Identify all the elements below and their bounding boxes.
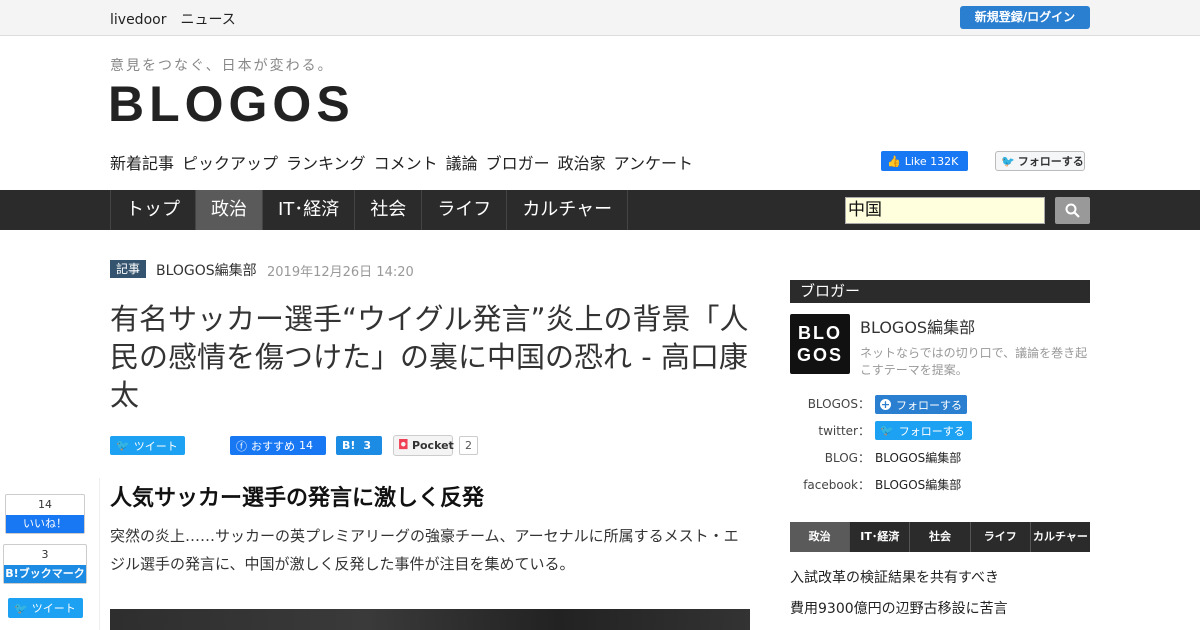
blogos-follow-label: フォローする <box>896 398 962 412</box>
pocket-count: 2 <box>459 436 478 455</box>
floating-facebook-label: いいね！ <box>6 515 84 533</box>
thumbs-up-icon: 👍 <box>887 154 901 168</box>
pocket-button[interactable]: ◘ Pocket <box>393 435 454 456</box>
blogos-follow-button[interactable]: + フォローする <box>875 395 967 414</box>
twitter-bird-icon: 🐦 <box>116 439 130 452</box>
blogos-logo[interactable]: BLOGOS <box>108 76 355 132</box>
search-icon <box>1065 203 1080 218</box>
top-bar: livedoor ニュース 新規登録/ログイン <box>0 0 1200 36</box>
nav-culture[interactable]: カルチャー <box>507 190 629 230</box>
floating-hatena-count: 3 <box>41 548 49 561</box>
search-input[interactable]: 中国 <box>845 197 1045 224</box>
sidebar-tab-it-economy[interactable]: IT･経済 <box>850 522 911 552</box>
site-tagline: 意見をつなぐ、日本が変わる。 <box>110 58 334 74</box>
nav-society[interactable]: 社会 <box>355 190 423 230</box>
sidebar-tab-life[interactable]: ライフ <box>971 522 1031 552</box>
twitter-follow-sidebar-label: フォローする <box>898 424 965 438</box>
hatena-count: 3 <box>363 439 372 452</box>
facebook-icon: ⓕ <box>236 439 247 453</box>
article-title: 有名サッカー選手“ウイグル発言”炎上の背景「人民の感情を傷つけた」の裏に中国の恐… <box>110 302 749 412</box>
sidebar-blogger-heading: ブロガー <box>790 280 1090 303</box>
facebook-recommend-label: おすすめ <box>251 439 295 453</box>
sidebar-article-link[interactable]: 費用9300億円の辺野古移設に苦言 <box>790 598 1008 618</box>
blog-label: BLOG： <box>824 451 870 465</box>
facebook-label: facebook： <box>803 478 870 492</box>
twitter-label: twitter： <box>818 424 870 438</box>
hatena-bookmark-button[interactable]: B! 3 <box>336 436 382 455</box>
sidebar-category-tabs: 政治 IT･経済 社会 ライフ カルチャー <box>790 522 1090 552</box>
subnav-pickup[interactable]: ピックアップ <box>182 150 278 174</box>
blogger-avatar[interactable]: BLO GOS <box>790 314 850 374</box>
facebook-recommend-button[interactable]: ⓕ おすすめ 14 <box>230 436 326 455</box>
floating-tweet-button[interactable]: 🐦 ツイート <box>8 598 83 618</box>
floating-hatena-bookmark[interactable]: 3 B!ブックマーク <box>3 544 87 584</box>
subnav-discussion[interactable]: 議論 <box>446 150 478 174</box>
article-author[interactable]: BLOGOS編集部 <box>156 260 257 280</box>
subnav-ranking[interactable]: ランキング <box>286 150 366 174</box>
facebook-recommend-count: 14 <box>299 439 313 452</box>
nav-politics[interactable]: 政治 <box>196 190 263 230</box>
subnav-new-articles[interactable]: 新着記事 <box>110 150 174 174</box>
nav-top[interactable]: トップ <box>111 190 196 230</box>
tweet-button[interactable]: 🐦 ツイート <box>110 436 185 455</box>
twitter-bird-icon: 🐦 <box>880 424 894 437</box>
facebook-link[interactable]: BLOGOS編集部 <box>875 476 961 493</box>
signup-login-button[interactable]: 新規登録/ログイン <box>960 6 1090 29</box>
article-photo <box>110 609 750 630</box>
plus-icon: + <box>880 398 891 411</box>
subnav-bloggers[interactable]: ブロガー <box>486 150 550 174</box>
blog-link[interactable]: BLOGOS編集部 <box>875 449 961 466</box>
floating-tweet-label: ツイート <box>31 602 76 615</box>
twitter-follow-label: フォローする <box>1017 155 1084 168</box>
twitter-follow-sidebar-button[interactable]: 🐦 フォローする <box>875 421 972 440</box>
blogger-description: ネットならではの切り口で、議論を巻き起こすテーマを提案。 <box>860 346 1088 377</box>
twitter-bird-icon: 🐦 <box>1001 154 1015 168</box>
subnav-survey[interactable]: アンケート <box>614 150 693 174</box>
tweet-label: ツイート <box>133 439 178 453</box>
floating-facebook-count: 14 <box>38 498 52 511</box>
hatena-label: B! <box>342 439 356 452</box>
twitter-bird-icon: 🐦 <box>14 601 28 615</box>
subnav-comments[interactable]: コメント <box>374 150 438 174</box>
article-heading: 人気サッカー選手の発言に激しく反発 <box>110 486 485 511</box>
nav-it-economy[interactable]: IT･経済 <box>263 190 356 230</box>
blogos-label: BLOGOS： <box>807 397 870 411</box>
floating-facebook-like[interactable]: 14 いいね！ <box>5 494 85 534</box>
article-lead: 突然の炎上……サッカーの英プレミアリーグの強豪チーム、アーセナルに所属するメスト… <box>110 527 739 573</box>
sidebar-tab-society[interactable]: 社会 <box>910 522 971 552</box>
pocket-label: Pocket <box>411 439 454 452</box>
sidebar-tab-politics[interactable]: 政治 <box>790 522 851 552</box>
sidebar-tab-culture[interactable]: カルチャー <box>1031 522 1090 552</box>
nav-life[interactable]: ライフ <box>422 190 508 230</box>
floating-hatena-label: B!ブックマーク <box>4 565 86 583</box>
blogger-name[interactable]: BLOGOS編集部 <box>860 314 975 338</box>
livedoor-news-link[interactable]: livedoor ニュース <box>110 9 236 29</box>
subnav-politicians[interactable]: 政治家 <box>558 150 606 174</box>
facebook-like-label: Like 132K <box>904 154 959 168</box>
twitter-follow-button[interactable]: 🐦 フォローする <box>995 151 1085 171</box>
sidebar-article-link[interactable]: 入試改革の検証結果を共有すべき <box>790 567 999 587</box>
facebook-like-button[interactable]: 👍 Like 132K <box>881 151 968 171</box>
search-button[interactable] <box>1055 197 1090 224</box>
pocket-icon: ◘ <box>398 438 409 453</box>
article-date: 2019年12月26日 14:20 <box>267 265 414 280</box>
sub-navigation: 新着記事 ピックアップ ランキング コメント 議論 ブロガー 政治家 アンケート <box>110 150 693 174</box>
article-type-badge: 記事 <box>110 260 146 278</box>
